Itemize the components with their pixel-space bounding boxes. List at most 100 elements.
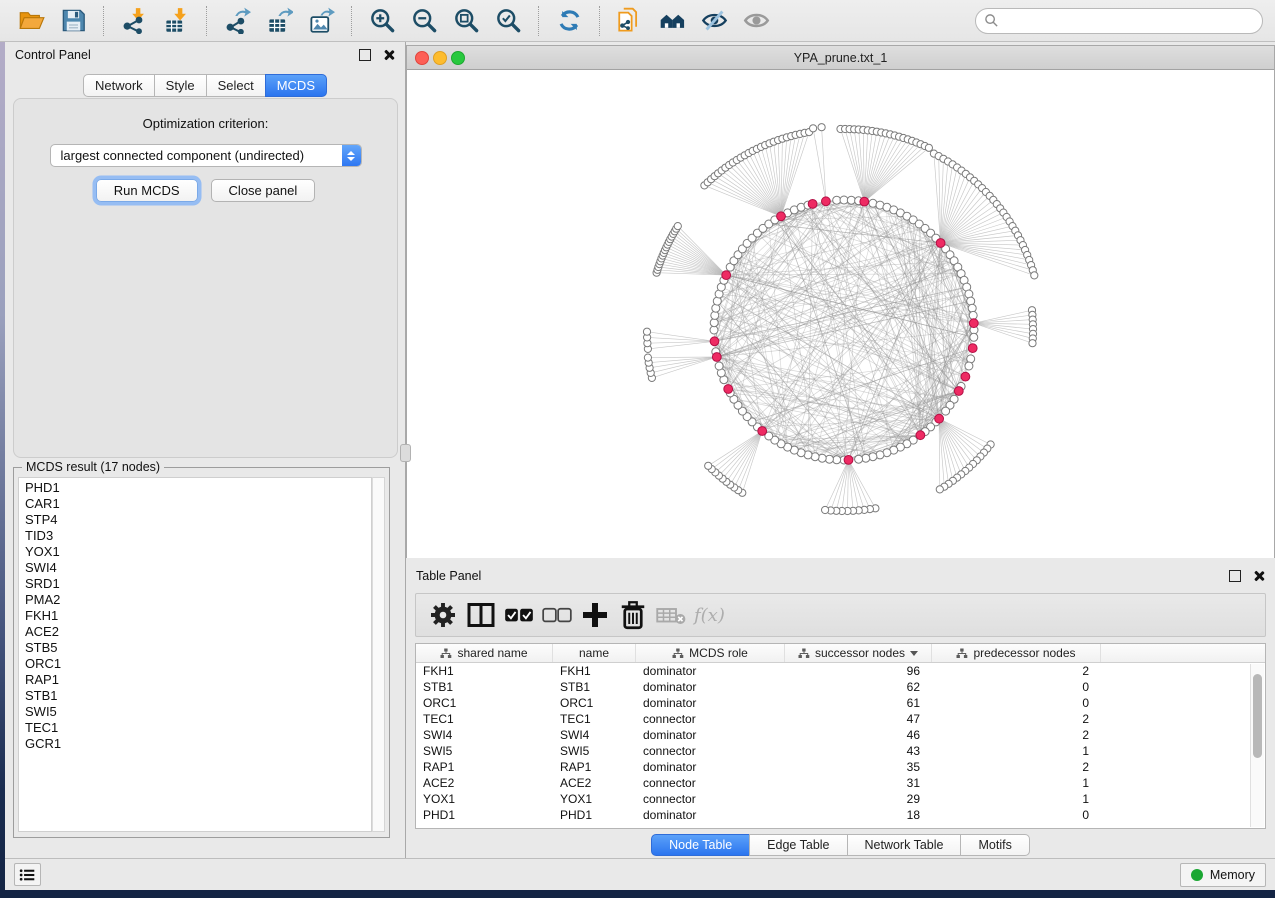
mcds-network-node[interactable]: [860, 197, 869, 206]
table-row[interactable]: ACE2ACE2connector311: [416, 775, 1265, 791]
deselect-all-columns-button[interactable]: [542, 600, 572, 630]
table-tab-network-table[interactable]: Network Table: [847, 834, 962, 856]
table-row[interactable]: ORC1ORC1dominator610: [416, 695, 1265, 711]
network-node[interactable]: [818, 124, 825, 131]
search-input[interactable]: [1004, 12, 1254, 29]
zoom-selected-button[interactable]: [487, 3, 529, 39]
network-node[interactable]: [833, 456, 841, 464]
column-header-predecessor-nodes[interactable]: predecessor nodes: [932, 644, 1101, 662]
show-column-panel-button[interactable]: [466, 600, 496, 630]
run-mcds-button[interactable]: Run MCDS: [96, 179, 198, 202]
mcds-network-node[interactable]: [935, 414, 944, 423]
search-box[interactable]: [975, 8, 1263, 34]
show-hidden-button[interactable]: [735, 3, 777, 39]
window-close-icon[interactable]: [415, 51, 429, 65]
table-row[interactable]: SWI5SWI5connector431: [416, 743, 1265, 759]
mcds-network-node[interactable]: [808, 200, 817, 209]
mcds-network-node[interactable]: [712, 353, 721, 362]
table-row[interactable]: STB1STB1dominator620: [416, 679, 1265, 695]
task-history-button[interactable]: [14, 863, 41, 886]
mcds-network-node[interactable]: [954, 387, 963, 396]
network-window-titlebar[interactable]: YPA_prune.txt_1: [407, 46, 1274, 70]
mcds-result-item[interactable]: STB5: [19, 640, 371, 656]
zoom-fit-button[interactable]: [445, 3, 487, 39]
network-node[interactable]: [710, 326, 718, 334]
network-node[interactable]: [1031, 272, 1038, 279]
network-node[interactable]: [840, 196, 848, 204]
network-node[interactable]: [855, 455, 863, 463]
window-minimize-icon[interactable]: [433, 51, 447, 65]
mcds-result-item[interactable]: RAP1: [19, 672, 371, 688]
network-node[interactable]: [710, 319, 718, 327]
zoom-in-button[interactable]: [361, 3, 403, 39]
mcds-result-item[interactable]: SWI5: [19, 704, 371, 720]
column-header-name[interactable]: name: [553, 644, 636, 662]
table-row[interactable]: YOX1YOX1connector291: [416, 791, 1265, 807]
mcds-network-node[interactable]: [961, 372, 970, 381]
apply-layout-button[interactable]: [548, 3, 590, 39]
network-node[interactable]: [711, 311, 719, 319]
table-scrollbar-thumb[interactable]: [1253, 674, 1262, 758]
network-node[interactable]: [822, 506, 829, 513]
new-network-from-selection-button[interactable]: [609, 3, 651, 39]
tab-select[interactable]: Select: [206, 74, 266, 97]
table-row[interactable]: RAP1RAP1dominator352: [416, 759, 1265, 775]
close-panel-icon[interactable]: [1253, 570, 1265, 582]
mcds-network-node[interactable]: [916, 431, 925, 440]
network-node[interactable]: [965, 362, 973, 370]
table-row[interactable]: PHD1PHD1dominator180: [416, 807, 1265, 823]
create-column-button[interactable]: [580, 600, 610, 630]
export-image-button[interactable]: [300, 3, 342, 39]
network-node[interactable]: [833, 196, 841, 204]
network-node[interactable]: [705, 462, 712, 469]
export-network-button[interactable]: [216, 3, 258, 39]
network-node[interactable]: [643, 328, 650, 335]
network-node[interactable]: [968, 304, 976, 312]
mcds-result-item[interactable]: ORC1: [19, 656, 371, 672]
mcds-result-item[interactable]: STB1: [19, 688, 371, 704]
network-node[interactable]: [715, 362, 723, 370]
network-node[interactable]: [936, 486, 943, 493]
mcds-network-node[interactable]: [969, 319, 978, 328]
mcds-network-node[interactable]: [936, 239, 945, 248]
network-node[interactable]: [862, 454, 870, 462]
table-row[interactable]: SWI4SWI4dominator462: [416, 727, 1265, 743]
mcds-result-item[interactable]: FKH1: [19, 608, 371, 624]
network-node[interactable]: [810, 125, 817, 132]
mcds-network-node[interactable]: [724, 385, 733, 394]
mcds-result-item[interactable]: TEC1: [19, 720, 371, 736]
select-all-columns-button[interactable]: [504, 600, 534, 630]
tab-network[interactable]: Network: [83, 74, 155, 97]
column-header-MCDS-role[interactable]: MCDS role: [636, 644, 785, 662]
mcds-result-item[interactable]: PMA2: [19, 592, 371, 608]
table-tab-motifs[interactable]: Motifs: [960, 834, 1029, 856]
network-node[interactable]: [969, 311, 977, 319]
column-header-shared-name[interactable]: shared name: [416, 644, 553, 662]
network-canvas[interactable]: [407, 70, 1274, 558]
close-panel-icon[interactable]: [383, 49, 395, 61]
table-settings-button[interactable]: [428, 600, 458, 630]
table-row[interactable]: FKH1FKH1dominator962: [416, 663, 1265, 679]
mcds-result-item[interactable]: YOX1: [19, 544, 371, 560]
network-node[interactable]: [847, 196, 855, 204]
mcds-result-item[interactable]: SWI4: [19, 560, 371, 576]
mcds-network-node[interactable]: [844, 456, 853, 465]
network-node[interactable]: [942, 407, 950, 415]
hide-selected-button[interactable]: [693, 3, 735, 39]
mcds-result-item[interactable]: SRD1: [19, 576, 371, 592]
mcds-result-item[interactable]: PHD1: [19, 480, 371, 496]
mcds-network-node[interactable]: [758, 427, 767, 436]
open-file-button[interactable]: [10, 3, 52, 39]
mcds-network-node[interactable]: [822, 197, 831, 206]
memory-button[interactable]: Memory: [1180, 863, 1266, 887]
import-table-button[interactable]: [155, 3, 197, 39]
zoom-out-button[interactable]: [403, 3, 445, 39]
panel-splitter-handle[interactable]: [400, 444, 411, 462]
table-tab-node-table[interactable]: Node Table: [651, 834, 750, 856]
first-neighbors-button[interactable]: [651, 3, 693, 39]
import-network-button[interactable]: [113, 3, 155, 39]
mcds-result-item[interactable]: ACE2: [19, 624, 371, 640]
float-panel-icon[interactable]: [1229, 570, 1241, 582]
export-table-button[interactable]: [258, 3, 300, 39]
float-panel-icon[interactable]: [359, 49, 371, 61]
